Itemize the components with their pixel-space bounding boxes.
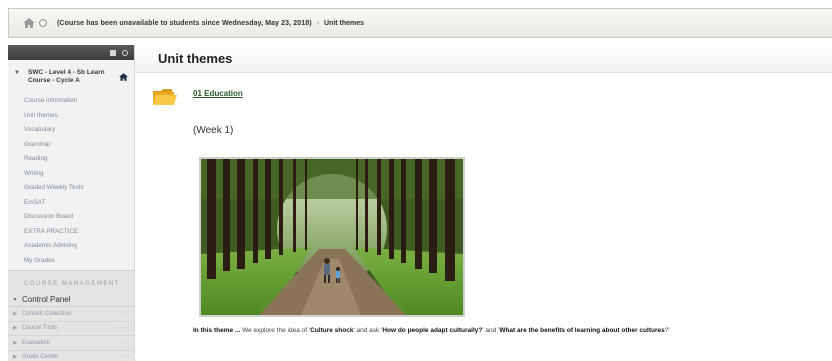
forest-path-image [199,157,465,317]
menu-item-unit-themes[interactable]: Unit themes [24,109,134,124]
menu-item-writing[interactable]: Writing [24,167,134,182]
refresh-icon[interactable] [122,49,128,56]
home-icon[interactable] [23,18,35,28]
course-menu-list: Course information Unit themes Vocabular… [8,94,134,268]
description-text: ?' [664,327,670,334]
course-header[interactable]: ▼ SWC - Level 4 - Sb Learn Course - Cycl… [8,60,134,92]
more-dots-icon[interactable]: ····· [118,311,135,317]
breadcrumb-separator: › [316,19,319,27]
menu-item-vocabulary[interactable]: Vocabulary [24,123,134,138]
page-title: Unit themes [158,51,233,66]
expand-triangle-icon[interactable]: ▶ [8,325,22,331]
description-lead: In this theme ... [193,327,241,334]
collapse-triangle-icon[interactable]: ▼ [14,70,20,76]
control-item-course-tools[interactable]: ▶ Course Tools ····· [8,322,135,336]
description-bold: Culture shock [310,327,354,334]
more-dots-icon[interactable]: ····· [118,354,135,360]
menu-item-emsat[interactable]: EmSAT [24,196,134,211]
menu-item-academic-advising[interactable]: Academic Advising [24,239,134,254]
course-management-panel: COURSE MANAGEMENT ▼ Control Panel ▶ Cont… [8,270,135,361]
menu-item-my-grades[interactable]: My Grades [24,254,134,269]
house-icon[interactable] [119,68,128,86]
menu-item-reading[interactable]: Reading [24,152,134,167]
content-item-description: In this theme ... We explore the idea of… [193,327,670,334]
menu-item-extra-practice[interactable]: EXTRA PRACTICE [24,225,134,240]
control-panel-label: Control Panel [22,295,71,304]
content-item-link[interactable]: 01 Education [193,89,243,98]
week-label: (Week 1) [193,125,234,136]
course-menu-toolbar [8,45,134,60]
menu-item-grammar[interactable]: Grammar [24,138,134,153]
menu-item-course-information[interactable]: Course information [24,94,134,109]
course-management-title: COURSE MANAGEMENT [24,281,120,287]
control-panel-header[interactable]: ▼ Control Panel [8,293,134,307]
description-bold: What are the benefits of learning about … [499,327,665,334]
control-item-label: Course Tools [22,325,57,332]
page-title-bar: Unit themes [135,45,832,73]
more-dots-icon[interactable]: ····· [118,325,135,331]
control-item-label: Grade Center [22,354,59,361]
breadcrumb: (Course has been unavailable to students… [8,8,832,38]
circle-icon[interactable] [39,19,47,27]
expand-triangle-icon[interactable]: ▶ [8,311,22,317]
expand-triangle-icon[interactable]: ▶ [8,354,22,360]
more-dots-icon[interactable]: ····· [118,340,135,346]
expand-triangle-icon[interactable]: ▶ [8,340,22,346]
description-text: We explore the idea of ' [240,327,311,334]
control-item-grade-center[interactable]: ▶ Grade Center ····· [8,351,135,361]
breadcrumb-current: Unit themes [324,19,365,27]
control-item-label: Evaluation [22,339,51,346]
add-menu-item-icon[interactable] [110,49,116,56]
course-title[interactable]: SWC - Level 4 - Sb Learn Course - Cycle … [28,69,118,85]
course-menu: ▼ SWC - Level 4 - Sb Learn Course - Cycl… [8,45,135,361]
menu-item-discussion-board[interactable]: Discussion Board [24,210,134,225]
control-item-label: Content Collection [22,310,72,317]
control-item-content-collection[interactable]: ▶ Content Collection ····· [8,307,135,322]
description-bold: How do people adapt culturally? [382,327,483,334]
control-item-evaluation[interactable]: ▶ Evaluation ····· [8,336,135,351]
breadcrumb-notice: (Course has been unavailable to students… [57,19,312,27]
description-text: ' and ' [482,327,500,334]
expand-triangle-icon[interactable]: ▼ [8,297,22,303]
folder-icon[interactable] [152,88,178,111]
description-text: ' and ask ' [353,327,383,334]
content-area: Unit themes 01 Education (Week 1) In thi… [135,45,832,361]
menu-item-graded-weekly-tests[interactable]: Graded Weekly Tests [24,181,134,196]
